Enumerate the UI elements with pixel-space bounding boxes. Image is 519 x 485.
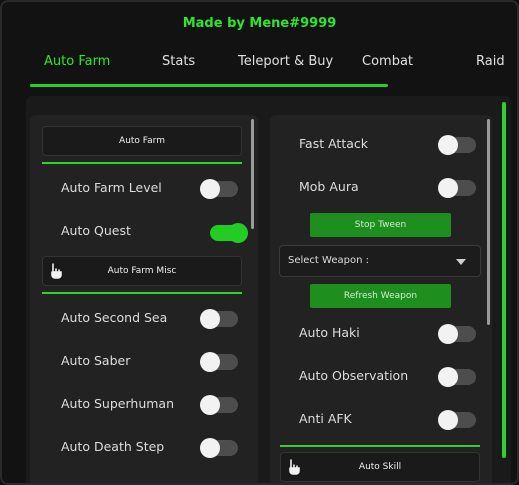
auto-death-step-label: Auto Death Step (61, 439, 165, 454)
tab-bar: Auto Farm Stats Teleport & Buy Combat Ra… (2, 54, 517, 88)
tab-stats[interactable]: Stats (162, 54, 195, 69)
right-panel: Fast Attack Mob Aura Stop Tween Select W… (270, 115, 492, 483)
select-weapon-label: Select Weapon : (288, 255, 369, 266)
section-divider (280, 445, 480, 447)
section-divider (42, 292, 242, 294)
left-panel: Auto Farm Auto Farm Level Auto Quest Aut… (30, 115, 258, 483)
auto-death-step-toggle[interactable] (200, 438, 238, 458)
auto-second-sea-toggle[interactable] (200, 309, 238, 329)
tab-auto-farm[interactable]: Auto Farm (44, 54, 110, 69)
section-divider (42, 162, 242, 164)
tab-combat[interactable]: Combat (362, 54, 413, 69)
right-panel-scrollbar[interactable] (487, 119, 490, 325)
auto-quest-label: Auto Quest (61, 223, 131, 238)
fast-attack-toggle[interactable] (438, 135, 476, 155)
auto-farm-level-label: Auto Farm Level (61, 180, 162, 195)
tab-teleport-buy[interactable]: Teleport & Buy (238, 54, 333, 69)
window-title: Made by Mene#9999 (182, 16, 337, 31)
section-auto-skill-label: Auto Skill (358, 462, 402, 472)
tab-raid[interactable]: Raid (476, 54, 505, 69)
section-auto-farm-misc-label: Auto Farm Misc (107, 266, 177, 276)
auto-observation-label: Auto Observation (299, 368, 409, 383)
auto-farm-level-toggle[interactable] (200, 179, 238, 199)
hand-pointer-icon (51, 263, 62, 279)
auto-superhuman-toggle[interactable] (200, 395, 238, 415)
page-scrollbar[interactable] (502, 102, 506, 458)
auto-quest-toggle[interactable] (210, 223, 248, 243)
script-window: Made by Mene#9999 Auto Farm Stats Telepo… (0, 0, 519, 485)
section-auto-farm-misc[interactable]: Auto Farm Misc (42, 256, 242, 286)
refresh-weapon-button[interactable]: Refresh Weapon (310, 284, 451, 308)
auto-observation-toggle[interactable] (438, 367, 476, 387)
hand-pointer-icon (289, 459, 300, 475)
anti-afk-label: Anti AFK (299, 411, 352, 426)
select-weapon-dropdown[interactable]: Select Weapon : (279, 245, 481, 277)
auto-second-sea-label: Auto Second Sea (61, 310, 168, 325)
mob-aura-label: Mob Aura (299, 179, 359, 194)
auto-saber-toggle[interactable] (200, 352, 238, 372)
stop-tween-button[interactable]: Stop Tween (310, 213, 451, 237)
fast-attack-label: Fast Attack (299, 136, 368, 151)
section-auto-farm[interactable]: Auto Farm (42, 126, 242, 156)
auto-saber-label: Auto Saber (61, 353, 131, 368)
auto-superhuman-label: Auto Superhuman (61, 396, 175, 411)
auto-haki-label: Auto Haki (299, 325, 360, 340)
auto-haki-toggle[interactable] (438, 324, 476, 344)
active-tab-indicator (30, 84, 388, 87)
chevron-down-icon (456, 259, 466, 265)
section-auto-skill[interactable]: Auto Skill (280, 452, 480, 482)
left-panel-scrollbar[interactable] (251, 119, 254, 229)
anti-afk-toggle[interactable] (438, 410, 476, 430)
mob-aura-toggle[interactable] (438, 178, 476, 198)
